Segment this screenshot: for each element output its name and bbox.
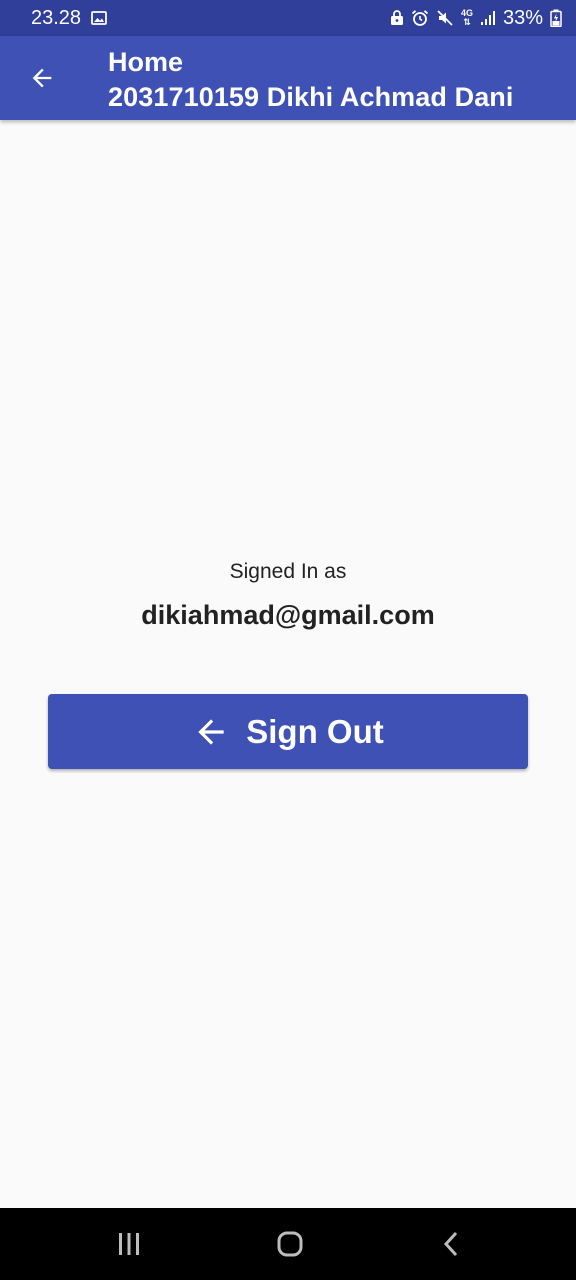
system-back-button[interactable]: [430, 1222, 474, 1266]
arrow-back-icon: [32, 68, 52, 88]
page-title: Home: [108, 47, 184, 77]
recents-button[interactable]: [107, 1222, 151, 1266]
data-arrows-icon: ⇅: [463, 17, 471, 27]
arrow-back-icon: [198, 718, 224, 745]
recents-icon: [119, 1233, 139, 1255]
navigation-bar: [0, 1208, 576, 1280]
user-email: dikiahmad@gmail.com: [141, 600, 435, 630]
back-button[interactable]: [22, 58, 62, 98]
image-icon: [91, 10, 107, 26]
sign-out-button[interactable]: Sign Out: [48, 694, 528, 769]
lock-icon: [390, 10, 404, 26]
home-button[interactable]: [268, 1222, 312, 1266]
network-type: 4G ⇅: [461, 9, 473, 27]
back-icon: [443, 1231, 458, 1257]
mute-icon: [436, 9, 454, 27]
alarm-icon: [411, 9, 429, 27]
status-right: 4G ⇅ 33%: [390, 7, 562, 30]
battery-icon: [550, 9, 562, 27]
page-subtitle: 2031710159 Dikhi Achmad Dani: [108, 82, 514, 112]
status-time: 23.28: [31, 6, 82, 29]
status-bar: 23.28 4G ⇅ 33%: [0, 0, 576, 36]
signal-icon: [480, 10, 496, 26]
status-left: 23.28: [31, 7, 107, 30]
battery-percent: 33%: [502, 6, 543, 29]
signed-in-label: Signed In as: [229, 560, 347, 583]
sign-out-label: Sign Out: [246, 712, 384, 750]
screen: 23.28 4G ⇅ 33% Home 2031710159 Dikhi Ach…: [0, 0, 576, 1280]
app-bar: Home 2031710159 Dikhi Achmad Dani: [0, 36, 576, 120]
home-icon: [277, 1231, 303, 1257]
